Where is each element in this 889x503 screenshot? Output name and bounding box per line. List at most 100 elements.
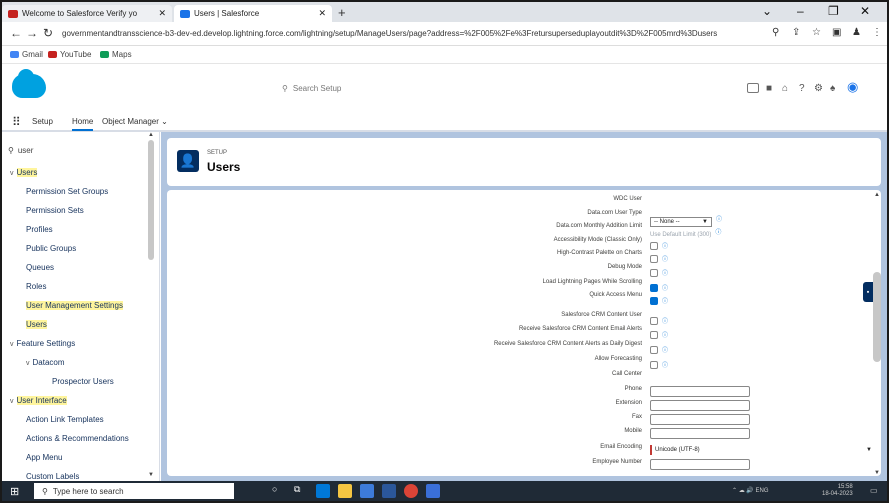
- reload-icon[interactable]: ↻: [43, 26, 53, 40]
- cortana-icon[interactable]: ○: [272, 484, 286, 498]
- app-launcher-icon[interactable]: ⠿: [12, 115, 21, 129]
- form-row: WDC User: [167, 196, 867, 210]
- tab-home[interactable]: Home: [72, 117, 94, 131]
- info-icon[interactable]: ⓘ: [662, 348, 668, 354]
- sidebar-item[interactable]: Prospector Users: [52, 377, 114, 386]
- required-select-field[interactable]: Unicode (UTF-8) ▼: [650, 444, 872, 455]
- checkbox[interactable]: [650, 330, 658, 339]
- profile-icon[interactable]: ♟: [852, 27, 861, 38]
- checkbox[interactable]: [650, 360, 658, 369]
- share-icon[interactable]: ⇪: [792, 27, 800, 38]
- browser-tab-users[interactable]: Users | Salesforce ✕: [174, 5, 332, 22]
- info-icon[interactable]: ⓘ: [662, 257, 668, 263]
- checkbox[interactable]: [650, 241, 658, 250]
- task-view-icon[interactable]: ⧉: [294, 484, 308, 498]
- tab-search-chevron-icon[interactable]: ⌄: [762, 4, 772, 18]
- info-icon[interactable]: ⓘ: [662, 363, 668, 369]
- forward-icon[interactable]: →: [26, 26, 38, 40]
- sidebar-item[interactable]: Public Groups: [26, 244, 76, 253]
- sidebar-item[interactable]: v Datacom: [26, 358, 65, 367]
- bookmark-youtube[interactable]: YouTube: [48, 50, 91, 59]
- info-icon[interactable]: ⓘ: [715, 230, 721, 236]
- chevron-down-icon[interactable]: v: [10, 341, 14, 348]
- help-icon[interactable]: ?: [799, 83, 805, 94]
- sidebar-item[interactable]: Roles: [26, 282, 46, 291]
- guidance-icon[interactable]: ⌂: [782, 83, 788, 94]
- tray-icons[interactable]: ⌃ ☁ 🔊 ENG: [732, 488, 769, 495]
- side-panel-toggle[interactable]: ▪: [863, 282, 873, 302]
- scroll-down-arrow-icon[interactable]: ▼: [148, 472, 154, 478]
- menu-kebab-icon[interactable]: ⋮: [872, 27, 882, 38]
- sidebar-item[interactable]: Queues: [26, 263, 54, 272]
- sidebar-item[interactable]: v Users: [10, 168, 38, 177]
- user-avatar-icon[interactable]: ◉: [847, 79, 858, 95]
- sidebar-item[interactable]: Profiles: [26, 225, 53, 234]
- checkbox[interactable]: [650, 268, 658, 277]
- scroll-up-arrow-icon[interactable]: ▲: [874, 192, 880, 198]
- notifications-icon[interactable]: ▭: [870, 487, 878, 495]
- text-input[interactable]: [650, 414, 750, 425]
- global-actions-icon[interactable]: ■: [766, 83, 772, 94]
- edge-icon[interactable]: [316, 484, 330, 498]
- info-icon[interactable]: ⓘ: [662, 333, 668, 339]
- favorites-icon[interactable]: [747, 83, 759, 93]
- taskbar-search-input[interactable]: ⚲ Type here to search: [34, 483, 234, 499]
- sidebar-scrollbar[interactable]: [148, 140, 154, 260]
- file-explorer-icon[interactable]: [338, 484, 352, 498]
- restore-icon[interactable]: ❐: [828, 4, 839, 18]
- text-input[interactable]: [650, 400, 750, 411]
- setup-search-input[interactable]: ⚲ Search Setup: [282, 80, 472, 96]
- sidebar-item[interactable]: Permission Sets: [26, 206, 84, 215]
- chevron-down-icon[interactable]: v: [10, 398, 14, 405]
- sidebar-item[interactable]: App Menu: [26, 453, 62, 462]
- scroll-down-arrow-icon[interactable]: ▼: [874, 470, 880, 476]
- zoom-icon[interactable]: ⚲: [772, 27, 779, 38]
- bookmark-gmail[interactable]: Gmail: [10, 50, 43, 59]
- new-tab-button[interactable]: +: [338, 5, 346, 20]
- text-input[interactable]: [650, 459, 750, 470]
- sidebar-item[interactable]: Action Link Templates: [26, 415, 104, 424]
- info-icon[interactable]: ⓘ: [662, 319, 668, 325]
- sidebar-item[interactable]: Permission Set Groups: [26, 187, 108, 196]
- info-icon[interactable]: ⓘ: [662, 299, 668, 305]
- window-close-icon[interactable]: ✕: [860, 4, 870, 18]
- close-tab-icon[interactable]: ✕: [314, 8, 326, 19]
- sidebar-item[interactable]: Actions & Recommendations: [26, 434, 129, 443]
- chevron-down-icon[interactable]: v: [26, 360, 30, 367]
- browser-tab-welcome[interactable]: Welcome to Salesforce Verify yo ✕: [2, 5, 172, 22]
- tray-clock[interactable]: 15:58 18-04-2023: [822, 484, 853, 498]
- form-scrollbar[interactable]: [873, 272, 881, 362]
- sidebar-item[interactable]: Custom Labels: [26, 472, 79, 481]
- notifications-bell-icon[interactable]: ♠: [830, 83, 835, 94]
- chrome-icon[interactable]: [404, 484, 418, 498]
- bookmark-maps[interactable]: Maps: [100, 50, 132, 59]
- chevron-down-icon[interactable]: v: [10, 170, 14, 177]
- close-tab-icon[interactable]: ✕: [154, 8, 166, 19]
- sidebar-item[interactable]: User Management Settings: [26, 301, 123, 310]
- sidepanel-icon[interactable]: ▣: [832, 27, 841, 38]
- store-icon[interactable]: [360, 484, 374, 498]
- quick-find-input[interactable]: ⚲ user: [8, 142, 144, 158]
- text-input[interactable]: [650, 386, 750, 397]
- app-icon[interactable]: [426, 484, 440, 498]
- checkbox[interactable]: [650, 316, 658, 325]
- bookmark-star-icon[interactable]: ☆: [812, 27, 821, 38]
- checkbox[interactable]: [650, 283, 658, 292]
- tab-object-manager[interactable]: Object Manager ⌄: [102, 117, 168, 126]
- checkbox[interactable]: [650, 345, 658, 354]
- checkbox[interactable]: [650, 296, 658, 305]
- windows-start-icon[interactable]: ⊞: [10, 485, 19, 498]
- url-field[interactable]: governmentandtransscience-b3-dev-ed.deve…: [62, 26, 752, 42]
- sidebar-item[interactable]: v User Interface: [10, 396, 67, 405]
- setup-gear-icon[interactable]: ⚙: [814, 83, 823, 94]
- sidebar-item[interactable]: v Feature Settings: [10, 339, 75, 348]
- info-icon[interactable]: ⓘ: [662, 271, 668, 277]
- salesforce-logo[interactable]: [12, 69, 46, 98]
- scroll-up-arrow-icon[interactable]: ▲: [148, 132, 154, 138]
- sidebar-item[interactable]: Users: [26, 320, 47, 329]
- checkbox[interactable]: [650, 254, 658, 263]
- back-icon[interactable]: ←: [10, 26, 22, 40]
- minimize-icon[interactable]: –: [797, 4, 804, 18]
- text-input[interactable]: [650, 428, 750, 439]
- mail-icon[interactable]: [382, 484, 396, 498]
